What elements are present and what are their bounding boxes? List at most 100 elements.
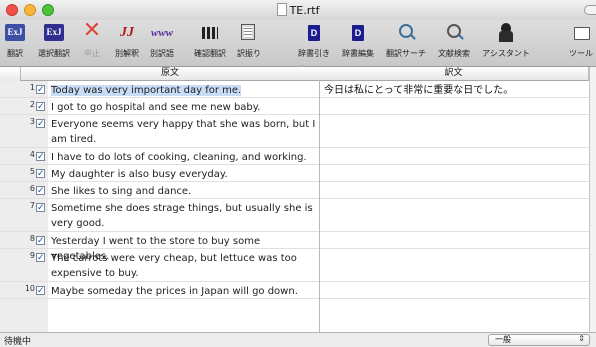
status-bar: 待機中 一般 ⇕ xyxy=(0,333,596,347)
table-row[interactable]: 7 ✓ Sometime she does strage things, but u… xyxy=(0,199,589,232)
translation-search-icon xyxy=(399,24,413,38)
source-cell[interactable]: Maybe someday the prices in Japan will g… xyxy=(51,284,316,299)
dictionary-edit-button[interactable]: D 辞書編集 xyxy=(338,22,378,59)
exj-translate-icon: ExJ xyxy=(5,24,25,41)
document-search-button[interactable]: 文献検索 xyxy=(434,22,474,59)
source-text: The carrots were very cheap, but lettuce… xyxy=(51,253,297,279)
row-number-cell: 8 ✓ xyxy=(0,232,48,248)
source-cell[interactable]: My daughter is also busy everyday. xyxy=(51,167,316,182)
source-cell[interactable]: I have to do lots of cooking, cleaning, … xyxy=(51,150,316,165)
confirm-translation-icon xyxy=(202,27,218,39)
row-number: 8 xyxy=(29,234,35,243)
toolbar: ExJ 翻訳 ExJ 選択翻訳 ✕ 中止 JJ 別解釈 www 別訳語 確認翻訳… xyxy=(0,18,596,67)
translation-search-button[interactable]: 翻訳サーチ xyxy=(382,22,430,59)
source-cell[interactable]: The carrots were very cheap, but lettuce… xyxy=(51,251,316,281)
confirm-translation-button[interactable]: 確認翻訳 xyxy=(190,22,230,59)
checkmark-icon: ✓ xyxy=(37,152,45,162)
translate-button[interactable]: ExJ 翻訳 xyxy=(2,22,28,59)
row-checkbox[interactable]: ✓ xyxy=(36,253,45,263)
row-number-cell: 6 ✓ xyxy=(0,182,48,198)
translation-table: 原文 訳文 1 ✓ Today was very important day for… xyxy=(0,67,596,333)
row-number: 5 xyxy=(29,167,35,176)
tools-icon xyxy=(574,27,590,40)
dictionary-lookup-icon: D xyxy=(308,25,320,41)
source-text: Everyone seems very happy that she was b… xyxy=(51,119,316,145)
table-row[interactable]: 2 ✓ I got to go hospital and see me new ba… xyxy=(0,98,589,115)
status-text: 待機中 xyxy=(4,337,32,347)
alternate-interpretation-icon: JJ xyxy=(120,25,134,40)
row-checkbox[interactable]: ✓ xyxy=(36,85,45,95)
row-number: 4 xyxy=(29,150,35,159)
checkmark-icon: ✓ xyxy=(37,85,45,95)
column-divider xyxy=(319,80,320,332)
dictionary-lookup-button[interactable]: D 辞書引き xyxy=(294,22,334,59)
checkmark-icon: ✓ xyxy=(37,119,45,129)
row-number: 7 xyxy=(29,201,35,210)
source-cell[interactable]: She likes to sing and dance. xyxy=(51,184,316,199)
window-title: TE.rtf xyxy=(0,3,596,17)
interlinear-icon xyxy=(241,24,255,40)
checkmark-icon: ✓ xyxy=(37,253,45,263)
alternate-word-button[interactable]: www 別訳語 xyxy=(146,22,178,59)
interlinear-button[interactable]: 訳振り xyxy=(234,22,264,59)
checkmark-icon: ✓ xyxy=(37,286,45,296)
target-cell[interactable]: 今日は私にとって非常に重要な日でした。 xyxy=(324,83,584,98)
toolbar-toggle-button[interactable] xyxy=(584,5,596,15)
source-text: She likes to sing and dance. xyxy=(51,186,192,197)
table-row[interactable]: 8 ✓ Yesterday I went to the store to buy s… xyxy=(0,232,589,262)
row-checkbox[interactable]: ✓ xyxy=(36,186,45,196)
select-arrows-icon: ⇕ xyxy=(578,334,585,343)
target-text: 今日は私にとって非常に重要な日でした。 xyxy=(324,85,514,96)
source-column-header[interactable]: 原文 xyxy=(20,67,320,81)
row-checkbox[interactable]: ✓ xyxy=(36,169,45,179)
table-row[interactable]: 6 ✓ She likes to sing and dance. xyxy=(0,182,589,199)
row-number-cell: 4 ✓ xyxy=(0,148,48,164)
checkmark-icon: ✓ xyxy=(37,169,45,179)
checkmark-icon: ✓ xyxy=(37,186,45,196)
table-row[interactable]: 5 ✓ My daughter is also busy everyday. xyxy=(0,165,589,182)
source-cell[interactable]: Sometime she does strage things, but usu… xyxy=(51,201,316,231)
row-number-cell: 3 ✓ xyxy=(0,115,48,147)
row-checkbox[interactable]: ✓ xyxy=(36,102,45,112)
checkmark-icon: ✓ xyxy=(37,203,45,213)
row-number-cell: 7 ✓ xyxy=(0,199,48,231)
selection-translate-button[interactable]: ExJ 選択翻訳 xyxy=(34,22,74,59)
translation-mode-select[interactable]: 一般 ⇕ xyxy=(488,334,590,346)
table-row[interactable]: 10 ✓ Maybe someday the prices in Japan wil… xyxy=(0,282,589,299)
row-number-cell: 5 ✓ xyxy=(0,165,48,181)
table-row[interactable]: 4 ✓ I have to do lots of cooking, cleaning… xyxy=(0,148,589,165)
source-cell[interactable]: Today was very important day for me. xyxy=(51,83,316,98)
table-row[interactable]: 9 ✓ The carrots were very cheap, but lettu… xyxy=(0,249,589,282)
stop-x-icon: ✕ xyxy=(82,18,102,43)
row-number-cell: 9 ✓ xyxy=(0,249,48,281)
row-number: 10 xyxy=(24,284,35,293)
assistant-button[interactable]: アシスタント xyxy=(478,22,534,59)
alternate-word-icon: www xyxy=(151,27,174,39)
vertical-scrollbar[interactable] xyxy=(589,67,596,332)
row-checkbox[interactable]: ✓ xyxy=(36,236,45,246)
row-number: 6 xyxy=(29,184,35,193)
row-checkbox[interactable]: ✓ xyxy=(36,203,45,213)
source-cell[interactable]: Everyone seems very happy that she was b… xyxy=(51,117,316,147)
stop-button[interactable]: ✕ 中止 xyxy=(78,18,106,59)
table-row[interactable]: 1 ✓ Today was very important day for me. 今日… xyxy=(0,81,589,98)
source-text: Sometime she does strage things, but usu… xyxy=(51,203,313,229)
target-column-header[interactable]: 訳文 xyxy=(319,67,589,81)
tools-button[interactable]: ツール xyxy=(566,22,596,59)
row-checkbox[interactable]: ✓ xyxy=(36,119,45,129)
document-icon xyxy=(276,3,287,16)
source-text: Today was very important day for me. xyxy=(51,85,242,96)
checkmark-icon: ✓ xyxy=(37,236,45,246)
checkmark-icon: ✓ xyxy=(37,102,45,112)
source-cell[interactable]: I got to go hospital and see me new baby… xyxy=(51,100,316,115)
exj-selection-translate-icon: ExJ xyxy=(44,24,64,41)
assistant-icon xyxy=(499,23,513,42)
row-number-cell: 10 ✓ xyxy=(0,282,48,298)
table-row[interactable]: 3 ✓ Everyone seems very happy that she was… xyxy=(0,115,589,148)
row-number-cell: 2 ✓ xyxy=(0,98,48,114)
row-checkbox[interactable]: ✓ xyxy=(36,286,45,296)
source-text: My daughter is also busy everyday. xyxy=(51,169,228,180)
document-search-icon xyxy=(447,24,461,38)
row-checkbox[interactable]: ✓ xyxy=(36,152,45,162)
alternate-interpretation-button[interactable]: JJ 別解釈 xyxy=(112,22,142,59)
